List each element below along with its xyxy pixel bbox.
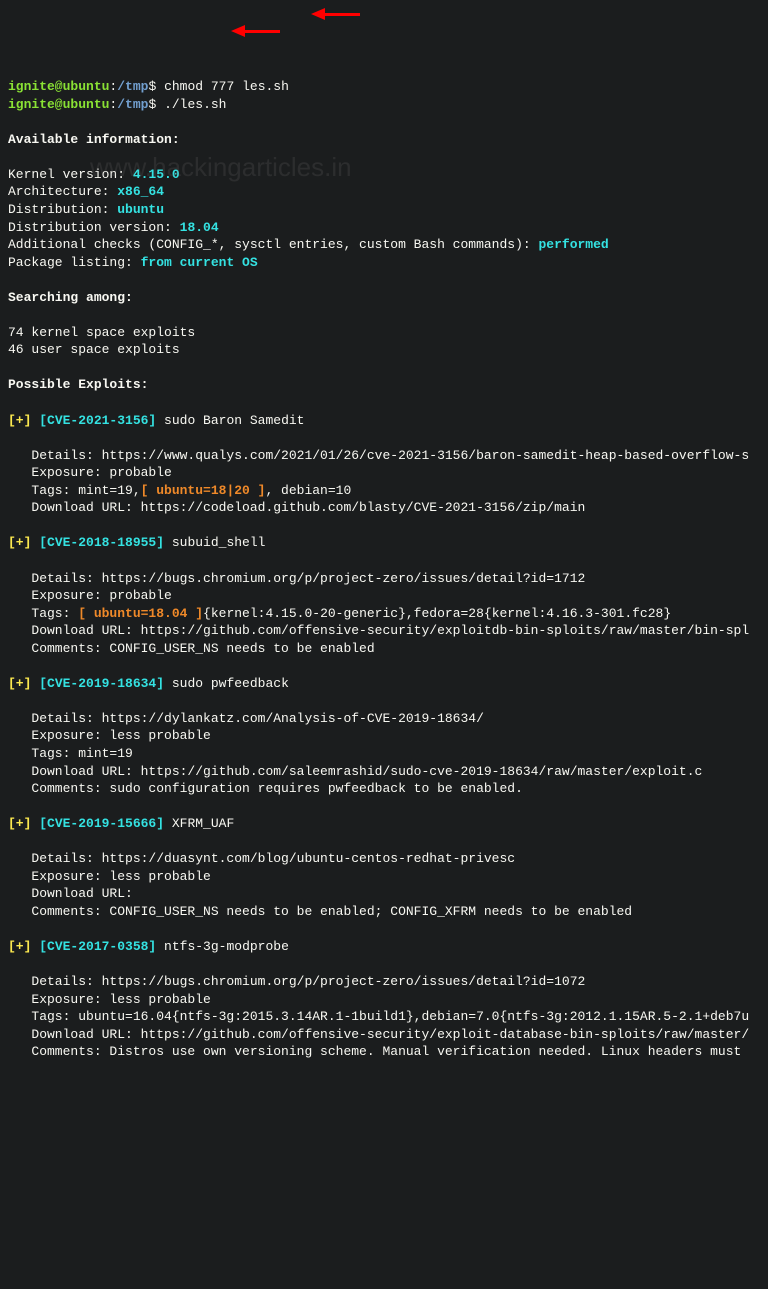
exploit-cve: [CVE-2017-0358] [39, 939, 156, 954]
command-run: ./les.sh [164, 97, 226, 112]
exploit-plus: [+] [8, 816, 39, 831]
exploit-details: Details: https://www.qualys.com/2021/01/… [8, 448, 749, 463]
exploit-cve: [CVE-2021-3156] [39, 413, 156, 428]
exploit-tags: Tags: mint=19 [8, 746, 133, 761]
addchecks-value: performed [539, 237, 609, 252]
exploit-tags: Tags: ubuntu=16.04{ntfs-3g:2015.3.14AR.1… [8, 1009, 749, 1024]
exploit-comments: Comments: CONFIG_USER_NS needs to be ena… [8, 641, 375, 656]
kernel-label: Kernel version: [8, 167, 133, 182]
prompt-path: /tmp [117, 97, 148, 112]
exploit-exposure: Exposure: less probable [8, 869, 211, 884]
exploit-plus: [+] [8, 413, 39, 428]
command-chmod: chmod 777 les.sh [164, 79, 289, 94]
exploit-comments: Comments: CONFIG_USER_NS needs to be ena… [8, 904, 632, 919]
distver-label: Distribution version: [8, 220, 180, 235]
exploit-details: Details: https://dylankatz.com/Analysis-… [8, 711, 484, 726]
prompt-user: ignite@ubuntu [8, 79, 109, 94]
arrow-annotation-icon [325, 13, 360, 16]
arrow-annotation-icon [245, 30, 280, 33]
pkg-label: Package listing: [8, 255, 141, 270]
exploit-tags-hl: [ ubuntu=18.04 ] [78, 606, 203, 621]
terminal-output: ignite@ubuntu:/tmp$ chmod 777 les.sh ign… [8, 78, 760, 1061]
prompt-path: /tmp [117, 79, 148, 94]
dist-label: Distribution: [8, 202, 117, 217]
search-kernel: 74 kernel space exploits [8, 325, 195, 340]
exploit-name: sudo pwfeedback [164, 676, 289, 691]
section-heading-exploits: Possible Exploits: [8, 377, 148, 392]
exploit-exposure: Exposure: less probable [8, 728, 211, 743]
arrow-head-icon [231, 25, 245, 37]
arch-value: x86_64 [117, 184, 164, 199]
prompt-dollar: $ [148, 97, 156, 112]
exploit-details: Details: https://bugs.chromium.org/p/pro… [8, 974, 585, 989]
exploit-tags-hl: [ ubuntu=18|20 ] [141, 483, 266, 498]
exploit-name: sudo Baron Samedit [156, 413, 304, 428]
exploit-tags-pre: Tags: mint=19, [8, 483, 141, 498]
prompt-user: ignite@ubuntu [8, 97, 109, 112]
exploit-tags-post: , debian=10 [265, 483, 351, 498]
section-heading-searching: Searching among: [8, 290, 133, 305]
exploit-tags-pre: Tags: [8, 606, 78, 621]
exploit-exposure: Exposure: probable [8, 588, 172, 603]
exploit-comments: Comments: Distros use own versioning sch… [8, 1044, 749, 1059]
exploit-download: Download URL: [8, 886, 141, 901]
kernel-value: 4.15.0 [133, 167, 180, 182]
exploit-plus: [+] [8, 939, 39, 954]
exploit-download: Download URL: https://github.com/saleemr… [8, 764, 702, 779]
exploit-details: Details: https://duasynt.com/blog/ubuntu… [8, 851, 515, 866]
arch-label: Architecture: [8, 184, 117, 199]
exploit-plus: [+] [8, 535, 39, 550]
exploit-details: Details: https://bugs.chromium.org/p/pro… [8, 571, 585, 586]
pkg-value: from current OS [141, 255, 258, 270]
exploit-download: Download URL: https://github.com/offensi… [8, 1027, 749, 1042]
addchecks-label: Additional checks (CONFIG_*, sysctl entr… [8, 237, 539, 252]
exploit-name: subuid_shell [164, 535, 265, 550]
exploit-download: Download URL: https://github.com/offensi… [8, 623, 749, 638]
exploit-cve: [CVE-2019-15666] [39, 816, 164, 831]
dist-value: ubuntu [117, 202, 164, 217]
exploit-tags-post: {kernel:4.15.0-20-generic},fedora=28{ker… [203, 606, 671, 621]
exploit-comments: Comments: sudo configuration requires pw… [8, 781, 523, 796]
exploit-cve: [CVE-2019-18634] [39, 676, 164, 691]
exploit-exposure: Exposure: probable [8, 465, 172, 480]
arrow-head-icon [311, 8, 325, 20]
exploit-exposure: Exposure: less probable [8, 992, 211, 1007]
exploit-name: ntfs-3g-modprobe [156, 939, 289, 954]
exploit-download: Download URL: https://codeload.github.co… [8, 500, 585, 515]
prompt-dollar: $ [148, 79, 156, 94]
exploit-plus: [+] [8, 676, 39, 691]
section-heading-available: Available information: [8, 132, 180, 147]
exploit-name: XFRM_UAF [164, 816, 234, 831]
distver-value: 18.04 [180, 220, 219, 235]
exploit-cve: [CVE-2018-18955] [39, 535, 164, 550]
search-user: 46 user space exploits [8, 342, 180, 357]
